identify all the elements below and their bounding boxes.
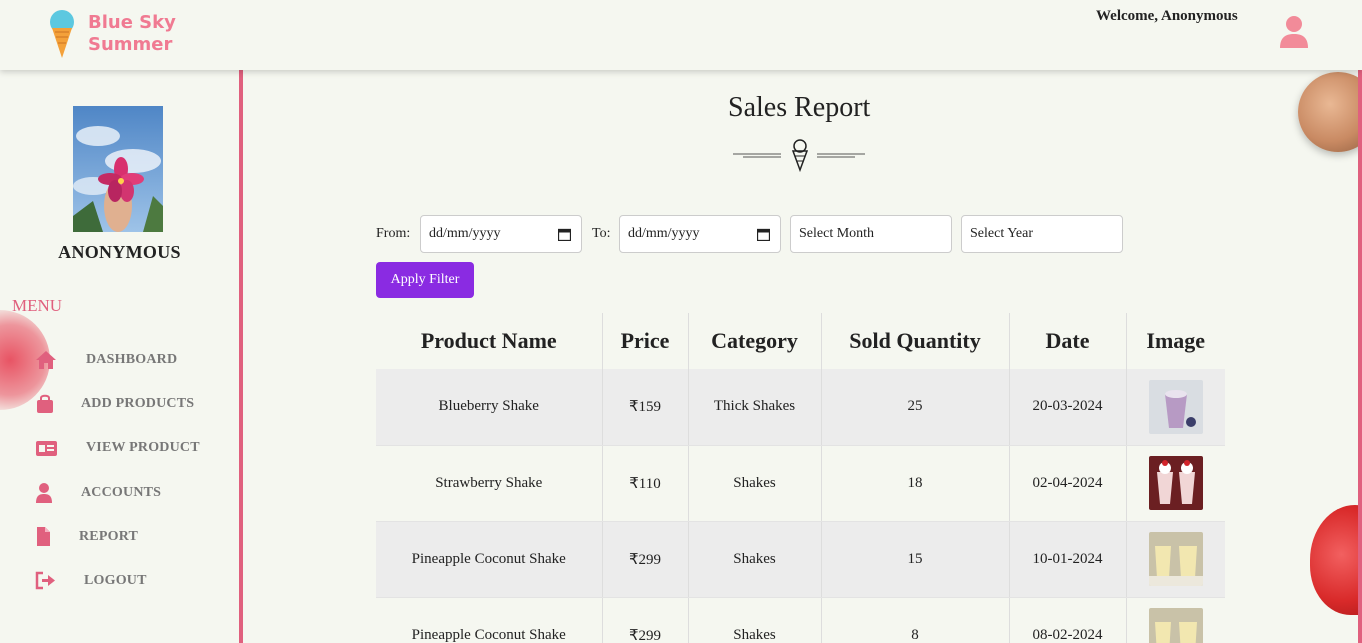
date-cell: 10-01-2024 xyxy=(1009,521,1127,598)
year-select[interactable]: Select Year xyxy=(961,215,1123,253)
date-cell: 08-02-2024 xyxy=(1009,597,1127,643)
product-name-cell: Pineapple Coconut Shake xyxy=(376,597,603,643)
file-icon xyxy=(37,527,50,546)
from-date-input[interactable]: dd/mm/yyyy xyxy=(420,215,582,253)
to-label: To: xyxy=(592,226,611,241)
price-cell: ₹299 xyxy=(602,597,689,643)
brand-name-line2: Summer xyxy=(88,34,173,55)
year-select-placeholder: Select Year xyxy=(970,226,1033,241)
sidebar-item-add-products[interactable]: ADD PRODUCTS xyxy=(35,394,235,416)
image-cell xyxy=(1126,521,1225,598)
price-cell: ₹299 xyxy=(602,521,689,598)
table-header-row: Product Name Price Category Sold Quantit… xyxy=(376,313,1225,369)
user-icon xyxy=(36,483,52,503)
column-header: Price xyxy=(602,313,689,369)
sales-table: Product Name Price Category Sold Quantit… xyxy=(376,313,1225,643)
product-thumbnail xyxy=(1148,379,1203,434)
brand-logo[interactable]: Blue Sky Summer xyxy=(46,8,176,60)
image-cell xyxy=(1126,369,1225,446)
sidebar-item-view-product[interactable]: VIEW PRODUCT xyxy=(35,438,235,460)
to-date-value: dd/mm/yyyy xyxy=(628,226,700,241)
table-row: Pineapple Coconut Shake ₹299 Shakes 15 1… xyxy=(376,521,1225,598)
sidebar-item-label: LOGOUT xyxy=(84,573,147,588)
image-cell xyxy=(1126,597,1225,643)
column-header: Date xyxy=(1009,313,1127,369)
product-thumbnail xyxy=(1148,532,1203,586)
sidebar-item-accounts[interactable]: ACCOUNTS xyxy=(35,483,235,505)
column-header: Product Name xyxy=(376,313,603,369)
sidebar-item-label: REPORT xyxy=(79,529,139,544)
sidebar-item-label: VIEW PRODUCT xyxy=(86,440,200,455)
category-cell: Thick Shakes xyxy=(688,369,822,446)
menu-heading: MENU xyxy=(12,296,63,315)
quantity-cell: 15 xyxy=(821,521,1010,598)
bag-icon xyxy=(37,394,53,413)
sidebar-item-report[interactable]: REPORT xyxy=(35,527,235,549)
ice-cream-icon xyxy=(50,10,74,58)
calendar-icon[interactable] xyxy=(757,228,770,241)
sidebar: ANONYMOUS MENU DASHBOARD ADD PRODUCTS VI… xyxy=(0,70,243,643)
from-date-value: dd/mm/yyyy xyxy=(429,226,501,241)
date-cell: 20-03-2024 xyxy=(1009,369,1127,446)
sidebar-item-dashboard[interactable]: DASHBOARD xyxy=(35,350,235,372)
product-thumbnail xyxy=(1148,608,1203,643)
table-row: Strawberry Shake ₹110 Shakes 18 02-04-20… xyxy=(376,445,1225,522)
table-row: Pineapple Coconut Shake ₹299 Shakes 8 08… xyxy=(376,597,1225,643)
category-cell: Shakes xyxy=(688,597,822,643)
welcome-text: Welcome, Anonymous xyxy=(1096,8,1238,24)
main-content: Sales Report From: dd/mm/yyyy To: dd/mm/… xyxy=(247,70,1362,643)
column-header: Category xyxy=(688,313,822,369)
sidebar-item-label: ACCOUNTS xyxy=(81,485,162,500)
image-cell xyxy=(1126,445,1225,522)
brand-name-line1: Blue Sky xyxy=(88,12,176,33)
to-date-input[interactable]: dd/mm/yyyy xyxy=(619,215,781,253)
quantity-cell: 8 xyxy=(821,597,1010,643)
quantity-cell: 25 xyxy=(821,369,1010,446)
profile-photo xyxy=(73,106,163,232)
top-header: Blue Sky Summer Welcome, Anonymous xyxy=(0,0,1362,70)
id-card-icon xyxy=(36,441,57,456)
home-icon xyxy=(36,351,56,369)
product-name-cell: Blueberry Shake xyxy=(376,369,603,446)
apply-filter-button[interactable]: Apply Filter xyxy=(376,262,474,298)
column-header: Sold Quantity xyxy=(821,313,1010,369)
user-avatar-icon[interactable] xyxy=(1278,15,1310,49)
month-select-placeholder: Select Month xyxy=(799,226,875,241)
price-cell: ₹110 xyxy=(602,445,689,522)
category-cell: Shakes xyxy=(688,521,822,598)
logout-icon xyxy=(35,571,55,590)
profile-name: ANONYMOUS xyxy=(58,242,181,262)
ice-cream-divider-icon xyxy=(733,139,865,173)
sidebar-item-logout[interactable]: LOGOUT xyxy=(35,571,235,593)
table-row: Blueberry Shake ₹159 Thick Shakes 25 20-… xyxy=(376,369,1225,446)
from-label: From: xyxy=(376,226,411,241)
date-cell: 02-04-2024 xyxy=(1009,445,1127,522)
column-header: Image xyxy=(1126,313,1225,369)
price-cell: ₹159 xyxy=(602,369,689,446)
month-select[interactable]: Select Month xyxy=(790,215,952,253)
calendar-icon[interactable] xyxy=(558,228,571,241)
sidebar-item-label: DASHBOARD xyxy=(86,352,178,367)
product-name-cell: Strawberry Shake xyxy=(376,445,603,522)
product-thumbnail xyxy=(1148,456,1203,510)
scrollbar[interactable] xyxy=(1358,60,1362,643)
category-cell: Shakes xyxy=(688,445,822,522)
product-name-cell: Pineapple Coconut Shake xyxy=(376,521,603,598)
quantity-cell: 18 xyxy=(821,445,1010,522)
sidebar-item-label: ADD PRODUCTS xyxy=(81,396,195,411)
page-title: Sales Report xyxy=(728,92,871,123)
